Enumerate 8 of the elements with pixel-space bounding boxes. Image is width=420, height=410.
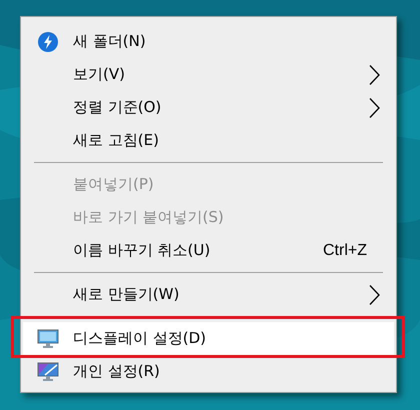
shortcut-label: Ctrl+Z xyxy=(323,240,367,260)
menu-item[interactable]: 이름 바꾸기 취소(U) Ctrl+Z xyxy=(23,234,394,267)
menu-item[interactable]: 보기(V) xyxy=(23,58,394,91)
menu-item[interactable]: 정렬 기준(O) xyxy=(23,91,394,124)
menu-item[interactable]: 새로 만들기(W) xyxy=(23,278,394,311)
menu-item[interactable]: 새로 고침(E) xyxy=(23,124,394,157)
menu-item[interactable]: 디스플레이 설정(D) xyxy=(23,322,394,355)
menu-item[interactable]: 개인 설정(R) xyxy=(23,355,394,388)
